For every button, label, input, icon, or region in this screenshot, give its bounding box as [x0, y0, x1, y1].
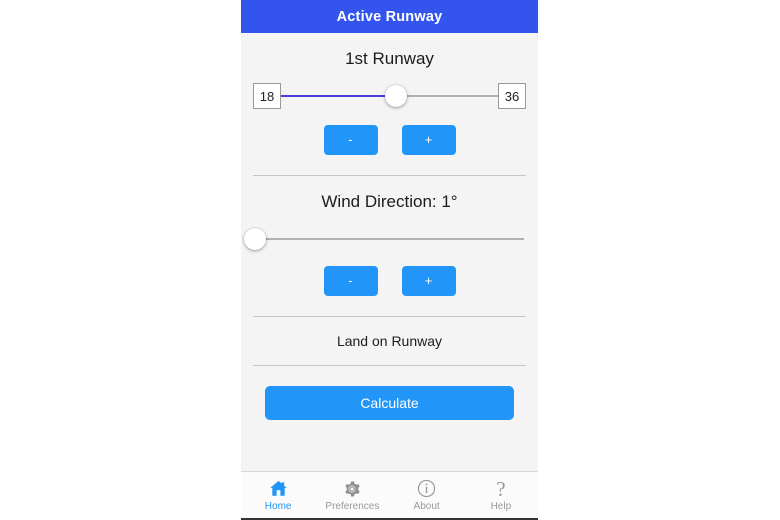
bottom-tab-bar: Home Preferences About ? Help [241, 471, 538, 520]
calculate-button-wrapper: Calculate [241, 366, 538, 420]
page-title: Active Runway [336, 8, 443, 25]
runway-section-title: 1st Runway [345, 49, 434, 68]
wind-slider[interactable] [244, 226, 524, 252]
tab-preferences[interactable]: Preferences [315, 472, 389, 518]
main-content: 1st Runway 18 36 - + Wind Direction: 1° [241, 33, 538, 471]
screen-root: Active Runway 1st Runway 18 36 - + Wind … [0, 0, 780, 520]
tab-preferences-label: Preferences [325, 500, 380, 512]
runway-min-value[interactable]: 18 [253, 83, 281, 109]
info-circle-icon [417, 479, 436, 499]
tab-about[interactable]: About [390, 472, 464, 518]
home-icon [269, 479, 288, 499]
question-mark-icon: ? [496, 476, 506, 501]
gear-icon [343, 479, 361, 499]
wind-slider-thumb[interactable] [244, 228, 266, 250]
tab-home-label: Home [264, 500, 292, 512]
wind-slider-row [241, 226, 538, 252]
wind-stepper-buttons: - + [241, 266, 538, 296]
tab-about-label: About [413, 500, 440, 512]
tab-home[interactable]: Home [241, 472, 315, 518]
divider-runway-wind [253, 175, 526, 176]
runway-max-value[interactable]: 36 [498, 83, 526, 109]
runway-decrement-button[interactable]: - [323, 125, 378, 155]
runway-slider-active-track [281, 95, 396, 97]
wind-increment-button[interactable]: + [401, 266, 456, 296]
land-on-runway-label: Land on Runway [336, 333, 443, 349]
app-panel: Active Runway 1st Runway 18 36 - + Wind … [241, 0, 538, 520]
runway-slider-row: 18 36 [241, 81, 538, 111]
runway-stepper-buttons: - + [241, 125, 538, 155]
runway-slider-thumb[interactable] [385, 85, 407, 107]
tab-help[interactable]: ? Help [464, 472, 538, 518]
app-title-bar: Active Runway [241, 0, 538, 33]
runway-slider[interactable] [281, 83, 498, 109]
calculate-button[interactable]: Calculate [265, 386, 514, 420]
tab-help-label: Help [490, 500, 512, 512]
wind-section-title: Wind Direction: 1° [321, 192, 458, 211]
runway-increment-button[interactable]: + [401, 125, 456, 155]
wind-slider-track [255, 238, 524, 240]
wind-decrement-button[interactable]: - [323, 266, 378, 296]
